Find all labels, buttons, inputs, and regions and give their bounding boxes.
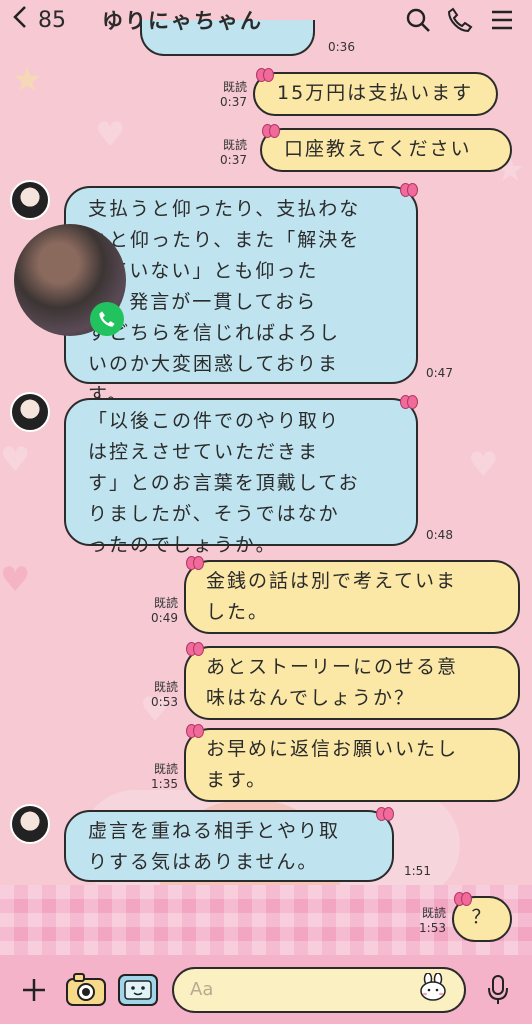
camera-icon[interactable] [62, 966, 110, 1014]
microphone-icon[interactable] [474, 966, 522, 1014]
bow-decoration [400, 395, 418, 409]
message-time: 0:48 [426, 528, 453, 542]
background-star-decoration: ★ [12, 60, 43, 100]
message-input[interactable]: Aa [172, 966, 466, 1013]
input-bar: Aa [0, 955, 532, 1024]
message-bubble-incoming[interactable]: 虚言を重ねる相手とやり取 りする気はありません。 [64, 810, 394, 882]
message-bubble-outgoing[interactable]: あとストーリーにのせる意 味はなんでしょうか？ [184, 646, 520, 720]
message-time: 0:36 [328, 40, 355, 54]
message-bubble-outgoing[interactable]: 口座教えてください [260, 128, 512, 172]
bow-decoration [186, 642, 204, 656]
read-receipt: 既読 0:37 [220, 138, 247, 167]
chat-title[interactable]: ゆりにゃちゃん [102, 5, 394, 35]
chat-header: 85 ゆりにゃちゃん [0, 0, 532, 40]
bow-decoration [186, 724, 204, 738]
unread-count[interactable]: 85 [38, 8, 102, 33]
read-receipt: 既読 0:37 [220, 80, 247, 109]
avatar[interactable] [10, 180, 50, 220]
message-time: 1:51 [404, 864, 431, 878]
search-icon[interactable] [400, 2, 436, 38]
bow-decoration [400, 183, 418, 197]
read-receipt: 既読 0:53 [151, 680, 178, 709]
bunny-sticker-icon[interactable] [418, 972, 448, 1006]
avatar[interactable] [10, 804, 50, 844]
read-receipt: 既読 1:35 [151, 762, 178, 791]
avatar[interactable] [10, 392, 50, 432]
call-answer-button[interactable] [90, 302, 124, 336]
bow-decoration [376, 807, 394, 821]
image-icon[interactable] [114, 966, 162, 1014]
message-time: 0:47 [426, 366, 453, 380]
background-heart-decoration: ♥ [468, 445, 499, 485]
background-heart-decoration: ♥ [95, 115, 126, 155]
phone-icon[interactable] [442, 2, 478, 38]
bow-decoration [454, 892, 472, 906]
message-bubble-outgoing[interactable]: 金銭の話は別で考えていま した。 [184, 560, 520, 634]
bow-decoration [262, 124, 280, 138]
message-input-placeholder: Aa [190, 979, 214, 1000]
plus-icon[interactable] [10, 966, 58, 1014]
background-heart-decoration: ♥ [0, 440, 31, 480]
read-receipt: 既読 1:53 [419, 906, 446, 935]
background-heart-decoration: ♥ [0, 560, 31, 600]
read-receipt: 既読 0:49 [151, 596, 178, 625]
bow-decoration [256, 68, 274, 82]
message-bubble-outgoing[interactable]: 15万円は支払います [253, 72, 498, 116]
menu-icon[interactable] [484, 2, 520, 38]
message-bubble-outgoing[interactable]: お早めに返信お願いいたし ます。 [184, 728, 520, 802]
bow-decoration [186, 556, 204, 570]
message-bubble-incoming[interactable]: 「以後この件でのやり取り は控えさせていただきま す」とのお言葉を頂戴してお り… [64, 398, 418, 556]
chevron-left-icon[interactable] [12, 4, 32, 37]
